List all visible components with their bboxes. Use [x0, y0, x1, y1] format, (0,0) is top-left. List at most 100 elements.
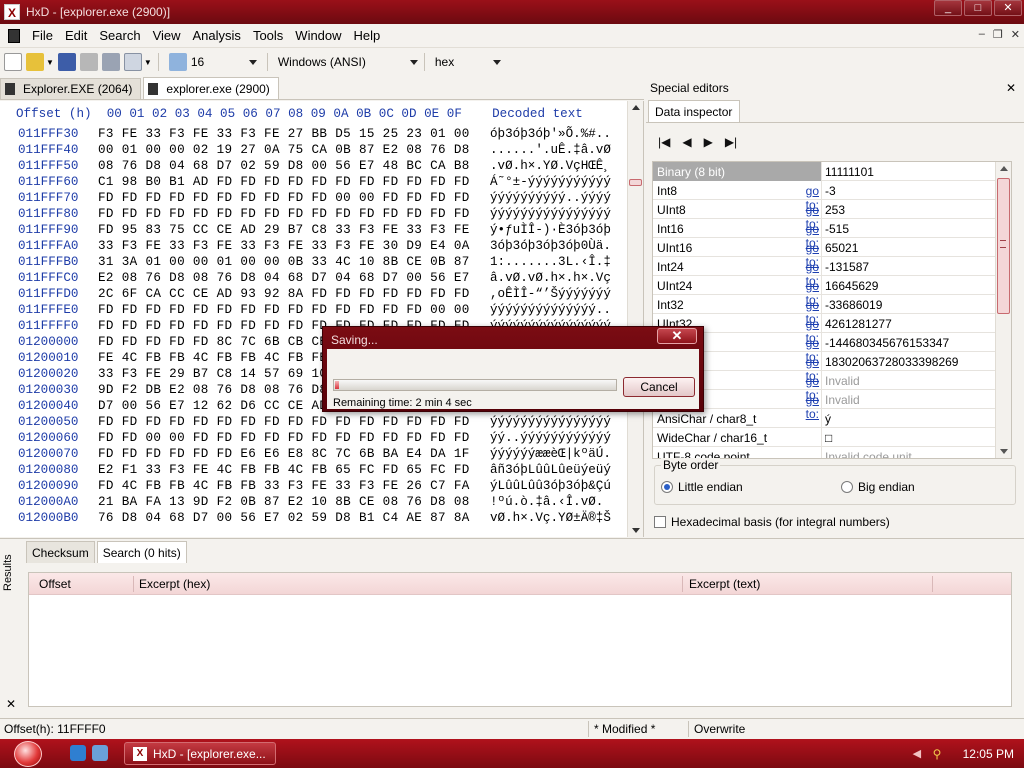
hex-row-bytes[interactable]: FD 4C FB FB 4C FB FB 33 F3 FE 33 F3 FE 2… — [98, 479, 470, 493]
inspector-row-value[interactable]: Invalid code unit — [825, 450, 912, 458]
hex-row-bytes[interactable]: C1 98 B0 B1 AD FD FD FD FD FD FD FD FD F… — [98, 175, 470, 189]
new-file-icon[interactable] — [4, 53, 22, 71]
menu-file[interactable]: File — [26, 28, 59, 43]
hex-row-bytes[interactable]: E2 F1 33 F3 FE 4C FB FB 4C FB 65 FC FD 6… — [98, 463, 470, 477]
mdi-minimize-button[interactable]: – — [979, 28, 985, 41]
inspector-row-value[interactable]: -3 — [825, 184, 836, 198]
hex-row-decoded-text[interactable]: .vØ.h×.YØ.VçHŒÊ¸ — [490, 159, 611, 173]
inspector-row-value[interactable]: Invalid — [825, 374, 860, 388]
inspector-row[interactable]: UInt16 go to: 65021 — [653, 238, 997, 269]
hex-row-bytes[interactable]: 31 3A 01 00 00 01 00 00 0B 33 4C 10 8B C… — [98, 255, 470, 269]
hex-row-decoded-text[interactable]: ýýýýýýýýýýýýýý.. — [490, 303, 611, 317]
open-dropdown-icon[interactable]: ▼ — [46, 58, 54, 67]
save-icon[interactable] — [57, 53, 76, 71]
hex-row-decoded-text[interactable]: ,oÊÌÎ-“’Šýýýýýýý — [490, 287, 611, 301]
big-endian-radio[interactable]: Big endian — [841, 480, 915, 494]
inspector-row[interactable]: UInt32 go to: 4261281277 — [653, 314, 997, 345]
menu-edit[interactable]: Edit — [59, 28, 93, 43]
hex-row-bytes[interactable]: FD FD FD FD FD FD FD FD FD FD FD FD FD F… — [98, 207, 470, 221]
inspector-row-value[interactable]: 4261281277 — [825, 317, 892, 331]
inspector-row-value[interactable]: 253 — [825, 203, 845, 217]
column-excerpt-hex[interactable]: Excerpt (hex) — [139, 577, 210, 591]
first-icon[interactable]: |◀ — [658, 135, 670, 149]
inspector-row[interactable]: 8go to:Invalid — [653, 390, 997, 421]
hex-row-decoded-text[interactable]: ýýýýýýýýýýýýýýýý — [490, 207, 611, 221]
last-icon[interactable]: ▶| — [725, 135, 737, 149]
title-bar[interactable]: X HxD - [explorer.exe (2900)] _ □ ✕ — [0, 0, 1024, 24]
minimize-button[interactable]: _ — [934, 0, 962, 16]
hex-row-decoded-text[interactable]: 1:.......3L.‹Î.‡ — [490, 255, 611, 269]
inspector-row-value[interactable]: -515 — [825, 222, 849, 236]
column-excerpt-text[interactable]: Excerpt (text) — [689, 577, 760, 591]
inspector-row[interactable]: UInt24 go to: 16645629 — [653, 276, 997, 307]
menu-view[interactable]: View — [147, 28, 187, 43]
hex-row-decoded-text[interactable]: ......'.uÊ.‡â.vØ — [490, 143, 611, 157]
hex-editor[interactable]: Offset (h) 00 01 02 03 04 05 06 07 08 09… — [0, 101, 644, 537]
status-mode[interactable]: Overwrite — [694, 722, 745, 736]
column-offset[interactable]: Offset — [39, 577, 71, 591]
little-endian-radio[interactable]: Little endian — [661, 480, 743, 494]
hex-row-decoded-text[interactable]: vØ.h×.Vç.YØ±Ä®‡Š — [490, 511, 611, 525]
hex-row-bytes[interactable]: FD FD 00 00 FD FD FD FD FD FD FD FD FD F… — [98, 431, 470, 445]
tab-search-hits[interactable]: Search (0 hits) — [96, 541, 187, 563]
inspector-row[interactable]: Int24 go to: -131587 — [653, 257, 997, 288]
show-desktop-icon[interactable] — [92, 745, 108, 761]
document-icon[interactable] — [8, 28, 20, 43]
hex-row-bytes[interactable]: E2 08 76 D8 08 76 D8 04 68 D7 04 68 D7 0… — [98, 271, 470, 285]
hex-row-decoded-text[interactable]: Á˜°±-ýýýýýýýýýýý — [490, 175, 611, 189]
inspector-row[interactable]: Int8 go to: -3 — [653, 181, 997, 212]
hex-scrollbar[interactable] — [627, 101, 643, 537]
properties-icon[interactable] — [123, 53, 142, 71]
tab-checksum[interactable]: Checksum — [26, 541, 95, 563]
hex-row-bytes[interactable]: FD 95 83 75 CC CE AD 29 B7 C8 33 F3 FE 3… — [98, 223, 470, 237]
inspector-scrollbar[interactable] — [995, 162, 1011, 458]
hex-row-bytes[interactable]: FD FD FD FD FD FD FD FD FD FD FD FD FD F… — [98, 415, 470, 429]
export-icon[interactable] — [101, 53, 120, 71]
hex-row-decoded-text[interactable]: !ºú.ò.‡â.‹Î.vØ. — [490, 495, 603, 509]
close-icon[interactable]: ✕ — [6, 697, 16, 711]
menu-window[interactable]: Window — [289, 28, 347, 43]
close-icon[interactable]: ✕ — [1006, 81, 1016, 95]
inspector-row[interactable]: Binary (8 bit) 11111101 — [653, 162, 997, 181]
inspector-row-value[interactable]: 16645629 — [825, 279, 878, 293]
inspector-row-value[interactable]: 65021 — [825, 241, 858, 255]
hex-row-bytes[interactable]: FD FD FD FD FD FD FD FD FD FD 00 00 FD F… — [98, 191, 470, 205]
hex-row-decoded-text[interactable]: 3óþ3óþ3óþ3óþ0Ùä. — [490, 239, 611, 253]
tab-data-inspector[interactable]: Data inspector — [648, 100, 740, 122]
inspector-row[interactable]: go to: -144680345676153347 — [653, 333, 997, 364]
internet-explorer-icon[interactable] — [70, 745, 86, 761]
hex-row-bytes[interactable]: 21 BA FA 13 9D F2 0B 87 E2 10 8B CE 08 7… — [98, 495, 470, 509]
tab-explorer-2064[interactable]: Explorer.EXE (2064) — [0, 78, 142, 99]
hex-row-decoded-text[interactable]: ýLûûLûû3óþ3óþ&Çú — [490, 479, 611, 493]
scroll-up-icon[interactable] — [632, 105, 640, 110]
hex-row-decoded-text[interactable]: ýý..ýýýýýýýýýýýý — [490, 431, 611, 445]
hex-row-decoded-text[interactable]: âñ3óþLûûLûeüýeüý — [490, 463, 611, 477]
taskbar-item-hxd[interactable]: X HxD - [explorer.exe... — [124, 742, 276, 765]
tab-explorer-2900[interactable]: explorer.exe (2900) — [143, 77, 279, 99]
previous-icon[interactable]: ◀ — [682, 135, 691, 149]
scrollbar-thumb[interactable] — [629, 179, 642, 186]
hex-row-bytes[interactable]: 33 F3 FE 33 F3 FE 33 F3 FE 33 F3 FE 30 D… — [98, 239, 470, 253]
offset-base-select[interactable]: hex — [435, 52, 505, 72]
menu-search[interactable]: Search — [93, 28, 146, 43]
mdi-restore-button[interactable]: ❐ — [993, 28, 1003, 41]
inspector-row-value[interactable]: -144680345676153347 — [825, 336, 949, 350]
clock[interactable]: 12:05 PM — [963, 747, 1014, 761]
menu-analysis[interactable]: Analysis — [187, 28, 247, 43]
scroll-up-icon[interactable] — [1000, 166, 1008, 171]
hex-row-decoded-text[interactable]: â.vØ.vØ.h×.h×.Vç — [490, 271, 611, 285]
inspector-row[interactable]: go to: Invalid — [653, 371, 997, 402]
inspector-row-value[interactable]: Invalid — [825, 393, 860, 407]
inspector-row-value[interactable]: -131587 — [825, 260, 869, 274]
scroll-down-icon[interactable] — [632, 528, 640, 533]
inspector-row-value[interactable]: 18302063728033398269 — [825, 355, 958, 369]
inspector-row-value[interactable]: 11111101 — [825, 165, 874, 179]
inspector-row[interactable]: AnsiChar / char8_t ý — [653, 409, 997, 428]
inspector-row[interactable]: UInt8 go to: 253 — [653, 200, 997, 231]
hex-row-bytes[interactable]: 00 01 00 00 02 19 27 0A 75 CA 0B 87 E2 0… — [98, 143, 470, 157]
inspector-row[interactable]: Int16 go to: -515 — [653, 219, 997, 250]
inspector-row-value[interactable]: ý — [825, 412, 831, 426]
results-table[interactable]: Offset Excerpt (hex) Excerpt (text) — [28, 572, 1012, 707]
inspector-row-value[interactable]: -33686019 — [825, 298, 882, 312]
hex-row-decoded-text[interactable]: ýýýýýýýýýý..ýýýý — [490, 191, 611, 205]
